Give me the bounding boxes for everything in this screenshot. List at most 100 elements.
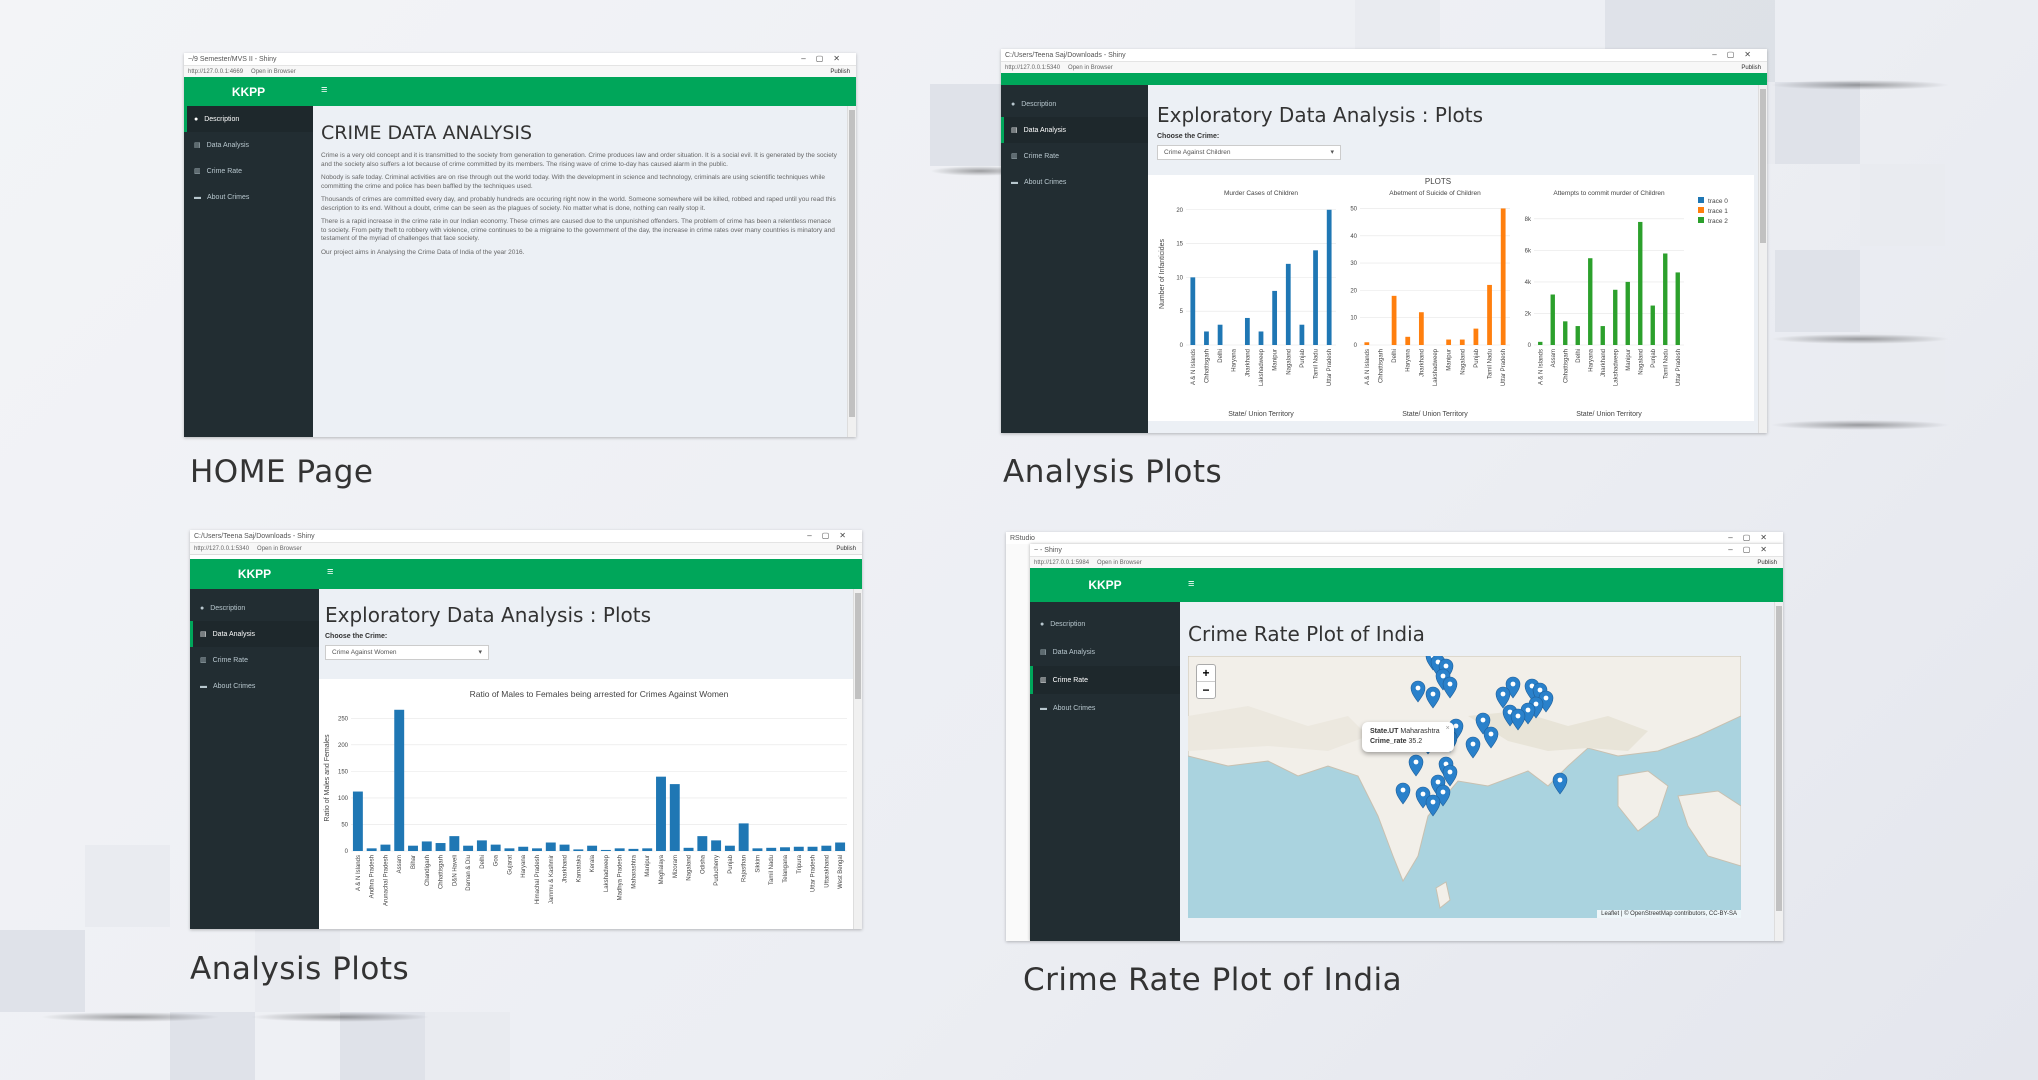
y-tick-label: 20 — [1350, 288, 1357, 294]
bar — [1364, 342, 1370, 345]
bar — [1258, 331, 1264, 345]
sidebar-item-data-analysis[interactable]: ▤ Data Analysis — [1030, 638, 1180, 666]
open-in-browser-button[interactable]: Open in Browser — [1068, 65, 1113, 71]
x-tick-label: Assam — [1551, 349, 1557, 367]
legend-label[interactable]: trace 0 — [1708, 198, 1728, 205]
sidebar-item-crime-rate[interactable]: ▥ Crime Rate — [184, 158, 313, 184]
sidebar-item-data-analysis[interactable]: ▤ Data Analysis — [1001, 117, 1148, 143]
sidebar-item-crime-rate[interactable]: ▥ Crime Rate — [190, 647, 319, 673]
bar — [642, 848, 653, 851]
bar — [1575, 326, 1580, 345]
x-tick-label: Mizoram — [673, 855, 679, 878]
bar — [656, 776, 666, 851]
x-tick-label: Uttar Pradesh — [1676, 349, 1682, 386]
hamburger-icon[interactable]: ≡ — [327, 566, 333, 578]
x-tick-label: Odisha — [700, 854, 706, 874]
publish-button[interactable]: Publish — [836, 546, 856, 552]
sidebar-item-description[interactable]: ● Description — [1001, 91, 1148, 117]
info-icon: ● — [1040, 620, 1045, 628]
sidebar-item-description[interactable]: ● Description — [190, 595, 319, 621]
sidebar: ● Description ▤ Data Analysis ▥ Crime Rate … — [184, 106, 313, 437]
scrollbar[interactable] — [1774, 602, 1783, 941]
window-controls[interactable]: –▢✕ — [807, 531, 856, 540]
bar — [504, 848, 515, 851]
zoom-out-button[interactable]: − — [1197, 682, 1215, 698]
url-text[interactable]: http://127.0.0.1:5340 — [194, 546, 249, 552]
info-icon: ● — [200, 604, 205, 612]
publish-button[interactable]: Publish — [1757, 560, 1777, 566]
open-in-browser-button[interactable]: Open in Browser — [257, 546, 302, 552]
x-tick-label: Assam — [397, 855, 403, 873]
map-attribution[interactable]: Leaflet | © OpenStreetMap contributors, … — [1597, 910, 1741, 918]
legend-swatch — [1698, 197, 1704, 203]
zoom-in-button[interactable]: + — [1197, 665, 1215, 682]
bar — [711, 840, 722, 851]
hamburger-icon[interactable]: ≡ — [321, 84, 327, 96]
x-tick-label: Manipur — [1626, 349, 1632, 371]
bar — [1663, 253, 1668, 345]
sidebar-item-crime-rate[interactable]: ▥ Crime Rate — [1001, 143, 1148, 169]
bar — [1405, 336, 1411, 345]
publish-button[interactable]: Publish — [1741, 65, 1761, 71]
scrollbar[interactable] — [853, 589, 862, 929]
window-title: ~ - Shiny — [1034, 546, 1062, 554]
chevron-down-icon: ▾ — [478, 649, 482, 656]
sidebar-item-about-crimes[interactable]: ▬ About Crimes — [1001, 169, 1148, 195]
y-tick-label: 10 — [1350, 316, 1357, 322]
x-tick-label: Punjab — [1474, 348, 1480, 367]
caption-analysis-1: Analysis Plots — [1003, 454, 1223, 490]
x-tick-label: Punjab — [1651, 348, 1657, 367]
window-controls[interactable]: –▢✕ — [1728, 533, 1777, 542]
crime-select[interactable]: Crime Against Women ▾ — [325, 645, 489, 660]
window-controls[interactable]: –▢✕ — [1728, 545, 1777, 554]
y-tick-label: 10 — [1176, 275, 1183, 281]
bar — [780, 847, 790, 851]
sidebar-item-data-analysis[interactable]: ▤ Data Analysis — [184, 132, 313, 158]
y-tick-label: 15 — [1176, 242, 1183, 248]
x-tick-label: Chandigarh — [425, 855, 431, 886]
paragraph: Our project aims in Analysing the Crime … — [321, 248, 525, 256]
map-marker[interactable] — [1552, 772, 1568, 795]
bar — [408, 845, 418, 851]
url-text[interactable]: http://127.0.0.1:5340 — [1005, 65, 1060, 71]
hamburger-icon[interactable]: ≡ — [1188, 578, 1194, 590]
window-controls[interactable]: –▢✕ — [801, 54, 850, 63]
publish-button[interactable]: Publish — [830, 69, 850, 75]
open-in-browser-button[interactable]: Open in Browser — [251, 69, 296, 75]
sidebar-item-description[interactable]: ● Description — [1030, 610, 1180, 638]
x-tick-label: Punjab — [728, 854, 734, 873]
legend-label[interactable]: trace 2 — [1708, 218, 1728, 225]
legend-label[interactable]: trace 1 — [1708, 208, 1728, 215]
x-tick-label: Andhra Pradesh — [370, 855, 376, 898]
open-in-browser-button[interactable]: Open in Browser — [1097, 560, 1142, 566]
scrollbar[interactable] — [847, 106, 856, 437]
screenshot-home: ~/9 Semester/MVS II - Shiny –▢✕ http://1… — [184, 53, 856, 437]
sidebar-item-about-crimes[interactable]: ▬ About Crimes — [184, 184, 313, 210]
url-text[interactable]: http://127.0.0.1:5984 — [1034, 560, 1089, 566]
url-text[interactable]: http://127.0.0.1:4669 — [188, 69, 243, 75]
x-tick-label: Lakshadweep — [1613, 348, 1619, 386]
crime-select[interactable]: Crime Against Children ▾ — [1157, 145, 1341, 160]
scrollbar[interactable] — [1758, 85, 1767, 433]
chart-icon: ▥ — [1040, 677, 1047, 684]
brand-logo: KKPP — [184, 77, 313, 106]
sidebar-item-data-analysis[interactable]: ▤ Data Analysis — [190, 621, 319, 647]
page-title: Crime Rate Plot of India — [1188, 622, 1425, 646]
sidebar-item-about-crimes[interactable]: ▬ About Crimes — [190, 673, 319, 699]
x-tick-label: Maharashtra — [631, 854, 637, 888]
sidebar-item-about-crimes[interactable]: ▬ About Crimes — [1030, 694, 1180, 722]
main-content: Exploratory Data Analysis : Plots Choose… — [319, 589, 862, 929]
x-tick-label: Goa — [494, 854, 500, 866]
bar — [793, 846, 804, 851]
sidebar-item-crime-rate[interactable]: ▥ Crime Rate — [1030, 666, 1180, 694]
plots-title: PLOTS — [1425, 177, 1451, 186]
leaflet-map[interactable]: + − State.UT Maharashtra Crime_rate 35.2… — [1188, 656, 1741, 918]
window-controls[interactable]: –▢✕ — [1712, 50, 1761, 59]
x-axis-label: State/ Union Territory — [1576, 411, 1642, 418]
x-tick-label: Karnataka — [576, 854, 582, 882]
bar — [1473, 328, 1479, 345]
bar — [1487, 284, 1492, 345]
sidebar-item-description[interactable]: ● Description — [184, 106, 313, 132]
close-icon[interactable]: × — [1446, 724, 1450, 734]
bar — [835, 842, 846, 851]
